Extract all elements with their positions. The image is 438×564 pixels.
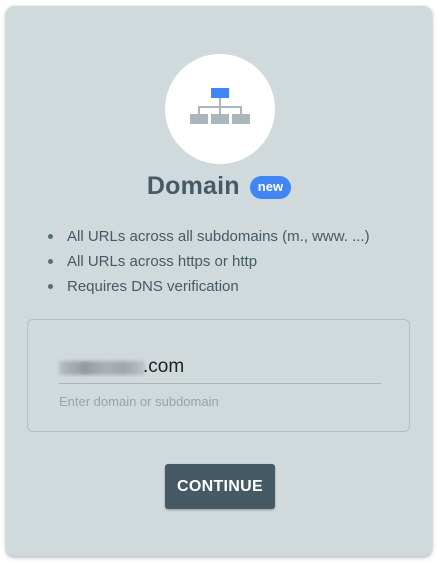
feature-list: All URLs across all subdomains (m., www.… bbox=[6, 224, 370, 299]
feature-item: All URLs across all subdomains (m., www.… bbox=[48, 224, 370, 249]
feature-text: All URLs across all subdomains (m., www.… bbox=[67, 228, 370, 245]
domain-input[interactable]: .com bbox=[59, 353, 381, 384]
redacted-text bbox=[59, 361, 145, 375]
bullet-icon bbox=[48, 259, 53, 264]
page-title: Domain bbox=[146, 171, 240, 200]
title-row: Domain new bbox=[6, 168, 432, 204]
domain-input-helper: Enter domain or subdomain bbox=[59, 394, 219, 409]
bullet-icon bbox=[48, 284, 53, 289]
new-badge: new bbox=[249, 175, 292, 199]
feature-item: All URLs across https or http bbox=[48, 249, 370, 274]
continue-button[interactable]: CONTINUE bbox=[165, 464, 275, 509]
domain-card[interactable]: Domain new All URLs across all subdomain… bbox=[6, 6, 432, 556]
bullet-icon bbox=[48, 234, 53, 239]
domain-input-box: .com Enter domain or subdomain bbox=[27, 319, 410, 432]
domain-input-suffix: .com bbox=[143, 356, 185, 377]
feature-item: Requires DNS verification bbox=[48, 274, 370, 299]
icon-circle bbox=[165, 54, 275, 164]
feature-text: Requires DNS verification bbox=[67, 278, 239, 295]
feature-text: All URLs across https or http bbox=[67, 253, 258, 270]
sitemap-icon bbox=[190, 88, 250, 124]
